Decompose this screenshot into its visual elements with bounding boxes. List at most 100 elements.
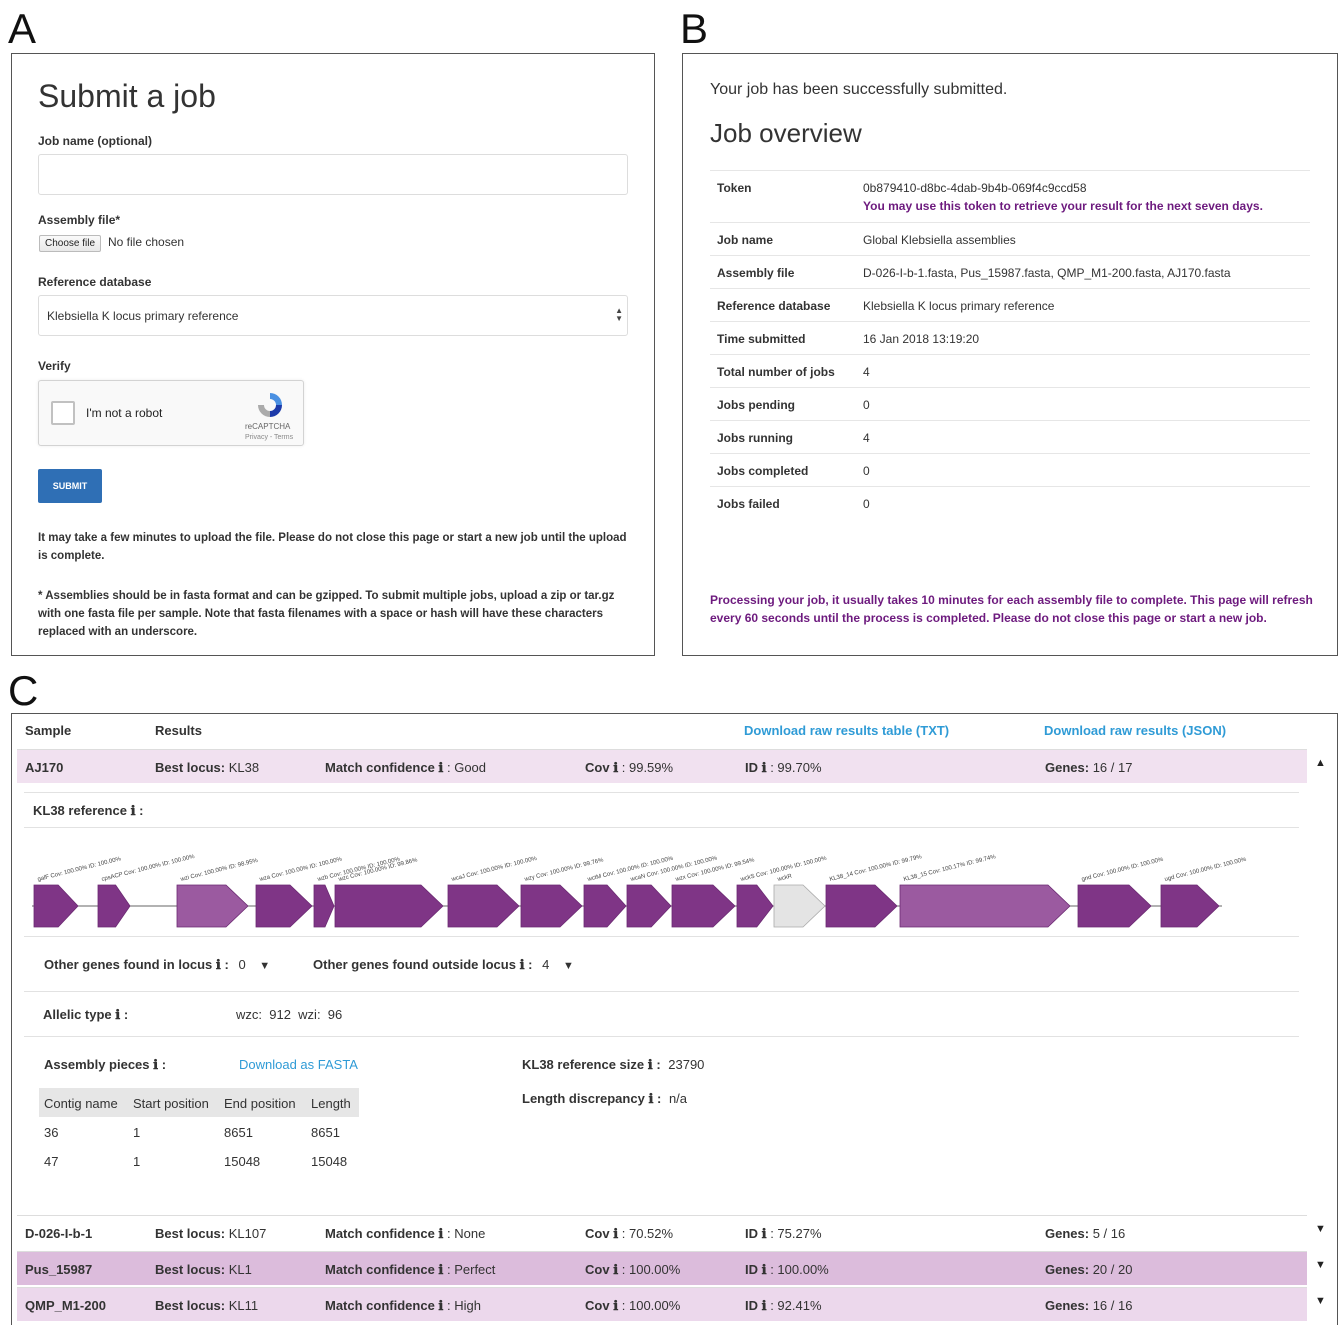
overview-value: D-026-I-b-1.fasta, Pus_15987.fasta, QMP_… bbox=[863, 266, 1231, 280]
info-icon[interactable]: ℹ bbox=[131, 803, 136, 818]
genes-value: 16 / 16 bbox=[1092, 1298, 1133, 1313]
info-icon[interactable]: ℹ bbox=[438, 1298, 443, 1313]
info-icon[interactable]: ℹ bbox=[438, 1262, 443, 1277]
sample-name: Pus_15987 bbox=[25, 1262, 93, 1277]
result-row[interactable]: D-026-I-b-1 Best locus: KL107 Match confid… bbox=[17, 1215, 1307, 1249]
caret-down-icon[interactable]: ▼ bbox=[563, 960, 574, 972]
submit-button[interactable]: SUBMIT bbox=[38, 469, 102, 503]
info-icon[interactable]: ℹ bbox=[153, 1057, 158, 1072]
other-out-value: 4 bbox=[542, 957, 550, 972]
download-json-link[interactable]: Download raw results (JSON) bbox=[1044, 723, 1226, 738]
gene-arrow[interactable] bbox=[1160, 884, 1220, 928]
contig-col-name: Contig name bbox=[44, 1096, 118, 1111]
overview-key: Reference database bbox=[717, 299, 831, 313]
result-row[interactable]: QMP_M1-200 Best locus: KL11 Match confiden… bbox=[17, 1287, 1307, 1321]
choose-file-button[interactable]: Choose file bbox=[39, 235, 102, 252]
token-note: You may use this token to retrieve your … bbox=[863, 199, 1263, 213]
gene-label: wzi Cov: 100.00% ID: 98.95% bbox=[179, 858, 259, 883]
contig-cell: 15048 bbox=[311, 1154, 348, 1169]
match-conf-label: Match confidence bbox=[325, 1298, 435, 1313]
reference-db-value: Klebsiella K locus primary reference bbox=[47, 309, 239, 323]
expand-icon[interactable]: ▼ bbox=[1315, 1295, 1326, 1307]
info-icon[interactable]: ℹ bbox=[216, 957, 221, 972]
divider bbox=[24, 991, 1299, 992]
result-row[interactable]: Pus_15987 Best locus: KL1 Match confidence… bbox=[17, 1251, 1307, 1285]
gene-arrow[interactable] bbox=[334, 884, 444, 928]
info-icon[interactable]: ℹ bbox=[613, 1298, 618, 1313]
id-label: ID bbox=[745, 1226, 758, 1241]
wzi-label: wzi: bbox=[298, 1007, 321, 1022]
info-icon[interactable]: ℹ bbox=[438, 760, 443, 775]
gene-arrow[interactable] bbox=[176, 884, 249, 928]
submit-job-panel: Submit a job Job name (optional) Assembl… bbox=[11, 53, 655, 656]
gene-arrow[interactable] bbox=[773, 884, 826, 928]
info-icon[interactable]: ℹ bbox=[762, 1298, 767, 1313]
best-locus-value: KL11 bbox=[228, 1298, 259, 1313]
gene-arrow[interactable] bbox=[671, 884, 736, 928]
overview-row: Jobs pending 0 bbox=[710, 387, 1310, 420]
info-icon[interactable]: ℹ bbox=[520, 957, 525, 972]
gene-arrow[interactable] bbox=[255, 884, 313, 928]
expand-icon[interactable]: ▼ bbox=[1315, 1259, 1326, 1271]
overview-value: 4 bbox=[863, 431, 870, 445]
captcha-links[interactable]: Privacy - Terms bbox=[245, 434, 293, 441]
download-txt-link[interactable]: Download raw results table (TXT) bbox=[744, 723, 949, 738]
captcha-checkbox[interactable] bbox=[51, 401, 75, 425]
overview-row: Jobs failed 0 bbox=[710, 486, 1310, 519]
gene-arrow[interactable] bbox=[736, 884, 774, 928]
gene-arrow[interactable] bbox=[33, 884, 79, 928]
overview-key: Jobs failed bbox=[717, 497, 780, 511]
id-value: 100.00% bbox=[777, 1262, 829, 1277]
genes-label: Genes: bbox=[1045, 760, 1090, 775]
job-name-input[interactable] bbox=[38, 154, 628, 195]
gene-arrow[interactable] bbox=[899, 884, 1071, 928]
reference-title: KL38 reference bbox=[33, 803, 127, 818]
info-icon[interactable]: ℹ bbox=[115, 1007, 120, 1022]
overview-value: Klebsiella K locus primary reference bbox=[863, 299, 1055, 313]
info-icon[interactable]: ℹ bbox=[613, 760, 618, 775]
info-icon[interactable]: ℹ bbox=[648, 1091, 653, 1106]
reference-db-select[interactable]: Klebsiella K locus primary reference ▲ ▼ bbox=[38, 295, 628, 336]
gene-arrow[interactable] bbox=[520, 884, 583, 928]
gene-arrow[interactable] bbox=[626, 884, 672, 928]
info-icon[interactable]: ℹ bbox=[762, 1262, 767, 1277]
gene-arrow[interactable] bbox=[825, 884, 898, 928]
contig-cell: 1 bbox=[133, 1125, 141, 1140]
other-out-label: Other genes found outside locus bbox=[313, 957, 516, 972]
contig-col-length: Length bbox=[311, 1096, 351, 1111]
info-icon[interactable]: ℹ bbox=[648, 1057, 653, 1072]
info-icon[interactable]: ℹ bbox=[438, 1226, 443, 1241]
collapse-icon[interactable]: ▲ bbox=[1315, 757, 1326, 769]
cov-label: Cov bbox=[585, 1226, 610, 1241]
info-icon[interactable]: ℹ bbox=[613, 1226, 618, 1241]
contig-cell: 15048 bbox=[224, 1154, 261, 1169]
contig-cell: 8651 bbox=[311, 1125, 340, 1140]
caret-down-icon[interactable]: ▼ bbox=[259, 960, 270, 972]
download-fasta-link[interactable]: Download as FASTA bbox=[239, 1057, 358, 1072]
match-conf-value: Perfect bbox=[454, 1262, 496, 1277]
overview-row: Reference database Klebsiella K locus pri… bbox=[710, 288, 1310, 321]
gene-arrow[interactable] bbox=[447, 884, 520, 928]
result-row-expanded[interactable]: AJ170 Best locus: KL38 Match confidence … bbox=[17, 749, 1307, 783]
select-updown-icon: ▲ ▼ bbox=[615, 306, 623, 323]
gene-arrow[interactable] bbox=[583, 884, 627, 928]
gene-arrow[interactable] bbox=[313, 884, 335, 928]
overview-key: Assembly file bbox=[717, 266, 795, 280]
gene-arrow[interactable] bbox=[1077, 884, 1152, 928]
length-disc-value: n/a bbox=[668, 1091, 688, 1106]
id-label: ID bbox=[745, 1298, 758, 1313]
results-panel: Sample Results Download raw results tabl… bbox=[11, 713, 1338, 1325]
page-title: Submit a job bbox=[38, 78, 216, 114]
overview-row: Time submitted 16 Jan 2018 13:19:20 bbox=[710, 321, 1310, 354]
info-icon[interactable]: ℹ bbox=[762, 760, 767, 775]
info-icon[interactable]: ℹ bbox=[613, 1262, 618, 1277]
gene-label: wckR bbox=[776, 873, 793, 883]
expand-icon[interactable]: ▼ bbox=[1315, 1223, 1326, 1235]
other-in-label: Other genes found in locus bbox=[44, 957, 213, 972]
assembly-file-label: Assembly file* bbox=[38, 213, 121, 227]
gene-arrow[interactable] bbox=[97, 884, 131, 928]
info-icon[interactable]: ℹ bbox=[762, 1226, 767, 1241]
locus-gene-map: galF Cov: 100.00% ID: 100.00%cpsACP Cov:… bbox=[32, 854, 1248, 928]
token-row: Token 0b879410-d8bc-4dab-9b4b-069f4c9ccd… bbox=[710, 170, 1310, 222]
recaptcha-widget: I'm not a robot reCAPTCHA Privacy - Term… bbox=[38, 380, 304, 446]
